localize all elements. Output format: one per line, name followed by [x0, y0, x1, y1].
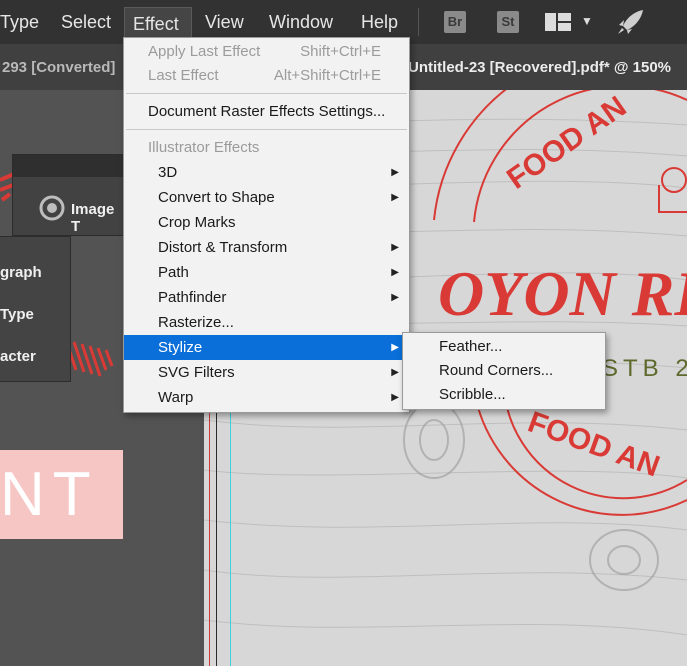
warp-item[interactable]: Warp ▶ [124, 385, 409, 410]
submenu-arrow-icon: ▶ [391, 367, 399, 378]
stylize-item[interactable]: Stylize ▶ [124, 335, 409, 360]
submenu-arrow-icon: ▶ [391, 167, 399, 178]
illustrator-effects-header: Illustrator Effects [148, 139, 260, 156]
logo-bottom-arc-text: FOOD AN [524, 406, 664, 484]
menu-select[interactable]: Select [53, 0, 119, 44]
submenu-arrow-icon: ▶ [391, 267, 399, 278]
path-item[interactable]: Path ▶ [124, 260, 409, 285]
workspace-switcher-icon[interactable] [545, 13, 571, 31]
pathfinder-item[interactable]: Pathfinder ▶ [124, 285, 409, 310]
image-trace-icon [39, 195, 65, 221]
effect-menu: Apply Last Effect Shift+Ctrl+E Last Effe… [123, 37, 410, 413]
type-item[interactable]: Type [0, 306, 34, 323]
round-corners-item[interactable]: Round Corners... [439, 359, 553, 383]
character-item[interactable]: acter [0, 348, 36, 365]
menu-separator [126, 93, 407, 94]
type-panel[interactable]: graph Type acter [0, 236, 71, 382]
logo-top-arc-text: FOOD AN [501, 90, 632, 196]
tab-converted[interactable]: 293 [Converted] [0, 44, 124, 90]
last-effect-item[interactable]: Last Effect Alt+Shift+Ctrl+E [124, 63, 409, 88]
logo-est-text: STB 2 [602, 355, 687, 382]
raster-effects-settings-item[interactable]: Document Raster Effects Settings... [124, 99, 409, 124]
crop-marks-item[interactable]: Crop Marks [124, 210, 409, 235]
rasterize-item[interactable]: Rasterize... [124, 310, 409, 335]
submenu-arrow-icon: ▶ [391, 392, 399, 403]
stylize-submenu: Feather... Round Corners... Scribble... [402, 332, 606, 410]
tab-converted-label: 293 [Converted] [2, 59, 116, 76]
red-stroke-decoration-2 [66, 339, 114, 377]
bridge-icon[interactable]: Br [444, 11, 466, 33]
feather-item[interactable]: Feather... [439, 335, 502, 359]
submenu-arrow-icon: ▶ [391, 292, 399, 303]
submenu-arrow-icon: ▶ [391, 342, 399, 353]
convert-to-shape-item[interactable]: Convert to Shape ▶ [124, 185, 409, 210]
apply-last-effect-item[interactable]: Apply Last Effect Shift+Ctrl+E [124, 39, 409, 64]
menu-divider [418, 8, 419, 36]
panel-header[interactable] [13, 155, 125, 177]
chevron-down-icon[interactable]: ▼ [581, 14, 593, 28]
logo-name-text: OYON RES [438, 258, 687, 329]
paragraph-item[interactable]: graph [0, 264, 42, 281]
stock-icon[interactable]: St [497, 11, 519, 33]
distort-transform-item[interactable]: Distort & Transform ▶ [124, 235, 409, 260]
submenu-arrow-icon: ▶ [391, 192, 399, 203]
image-trace-label: Image T [71, 201, 115, 235]
tab-recovered-label[interactable]: Untitled-23 [Recovered].pdf* @ 150% [408, 59, 671, 76]
submenu-arrow-icon: ▶ [391, 242, 399, 253]
menu-effect[interactable]: Effect [124, 7, 192, 40]
pink-text: NT [0, 460, 99, 529]
scribble-item[interactable]: Scribble... [439, 383, 506, 407]
menu-separator [126, 129, 407, 130]
menu-type[interactable]: Type [0, 0, 47, 44]
effect-3d-item[interactable]: 3D ▶ [124, 160, 409, 185]
rocket-icon[interactable] [617, 9, 645, 35]
image-trace-panel[interactable]: Image T [12, 154, 126, 236]
svg-filters-item[interactable]: SVG Filters ▶ [124, 360, 409, 385]
